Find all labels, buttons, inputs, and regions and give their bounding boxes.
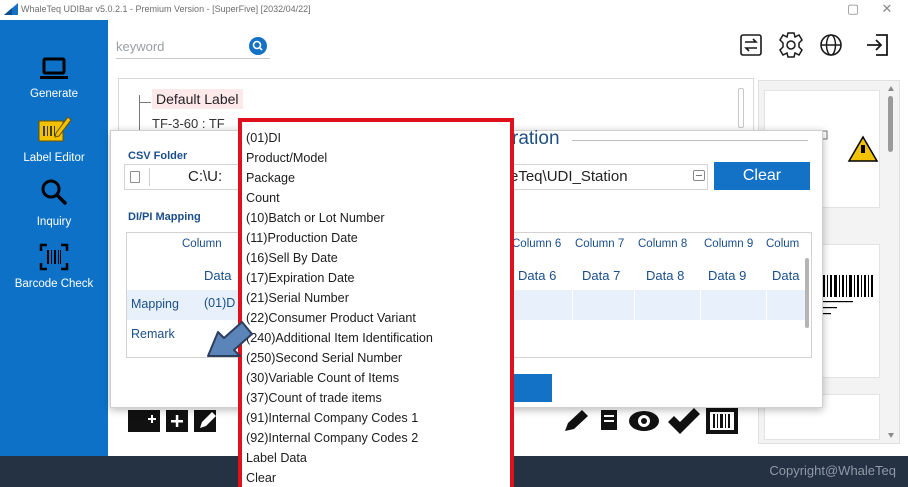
dropdown-option[interactable]: (17)Expiration Date (246, 269, 508, 289)
data-cell: Data (204, 268, 232, 283)
data-cell: Data 9 (708, 268, 747, 283)
csv-field-separator (149, 168, 150, 186)
logout-icon[interactable] (864, 30, 894, 60)
search-input[interactable] (116, 36, 236, 56)
settings-icon[interactable] (776, 30, 806, 60)
cell-divider (700, 290, 701, 320)
close-button[interactable]: ✕ (878, 1, 896, 17)
search-button[interactable] (249, 37, 267, 55)
clear-button[interactable]: Clear (714, 162, 810, 190)
title-bar: WhaleTeq UDIBar v5.0.2.1 - Premium Versi… (0, 0, 908, 20)
dropdown-option[interactable]: (92)Internal Company Codes 2 (246, 429, 508, 449)
table-scrollbar[interactable] (805, 258, 809, 328)
checkmark-icon[interactable] (666, 408, 700, 434)
cell-divider (766, 290, 767, 320)
mapping-dropdown-menu: (01)DI Product/Model Package Count (10)B… (238, 118, 514, 487)
sidebar-item-generate[interactable]: Generate (0, 52, 108, 112)
add-field-icon[interactable] (128, 410, 160, 432)
sidebar-label-inquiry: Inquiry (36, 216, 72, 228)
copyright-text: Copyright@WhaleTeq (769, 463, 896, 478)
add-icon[interactable] (166, 410, 188, 432)
edit-icon[interactable] (194, 410, 230, 432)
sidebar-item-barcode-check[interactable]: Barcode Check (0, 240, 108, 300)
csv-folder-heading: CSV Folder (128, 150, 188, 162)
data-cell: Data 7 (582, 268, 621, 283)
dropdown-option[interactable]: Package (246, 169, 508, 189)
dropdown-option[interactable]: (250)Second Serial Number (246, 349, 508, 369)
cell-divider (572, 290, 573, 320)
dropdown-option[interactable]: (30)Variable Count of Items (246, 369, 508, 389)
dropdown-option[interactable]: (22)Consumer Product Variant (246, 309, 508, 329)
minimize-button[interactable]: ▢ (844, 1, 862, 17)
folder-file-icon (130, 171, 140, 183)
pencil-icon[interactable] (562, 410, 590, 432)
tree-node-child[interactable]: TF-3-60 : TF (152, 116, 225, 131)
dropdown-option[interactable]: (11)Production Date (246, 229, 508, 249)
window-title: WhaleTeq UDIBar v5.0.2.1 - Premium Versi… (21, 4, 311, 14)
column-header: Column (182, 238, 222, 250)
barcode-icon[interactable] (706, 408, 738, 434)
mapping-select-value[interactable]: (01)D (204, 296, 235, 310)
data-cell: Data 8 (646, 268, 685, 283)
dropdown-option[interactable]: (37)Count of trade items (246, 389, 508, 409)
preview-eye-icon[interactable] (628, 410, 660, 432)
data-cell: Data (772, 268, 800, 283)
dropdown-option[interactable]: (91)Internal Company Codes 1 (246, 409, 508, 429)
language-globe-icon[interactable] (816, 30, 846, 60)
dropdown-option[interactable]: (16)Sell By Date (246, 249, 508, 269)
column-header: Column 7 (575, 238, 625, 250)
dropdown-option[interactable]: Clear (246, 469, 508, 487)
tree-node-default-label[interactable]: Default Label (152, 89, 243, 109)
column-header: Column 6 (512, 238, 562, 250)
dropdown-option[interactable]: Product/Model (246, 149, 508, 169)
tree-connector (139, 95, 140, 135)
dropdown-option[interactable]: (01)DI (246, 129, 508, 149)
dropdown-option[interactable]: (21)Serial Number (246, 289, 508, 309)
laptop-icon (32, 52, 76, 86)
preview-scrollbar-thumb[interactable] (888, 96, 893, 152)
data-cell: Data 6 (518, 268, 557, 283)
tree-scrollbar[interactable] (738, 88, 744, 128)
dialog-title-rule (572, 140, 808, 141)
search-button-icon (252, 40, 263, 51)
csv-path-end: eTeq\UDI_Station (510, 168, 628, 185)
import-export-icon[interactable] (736, 30, 766, 60)
column-header: Column 8 (638, 238, 688, 250)
dropdown-option[interactable]: (10)Batch or Lot Number (246, 209, 508, 229)
tree-connector-branch (139, 102, 151, 103)
di-pi-mapping-heading: DI/PI Mapping (128, 211, 201, 223)
column-header: Column 9 (704, 238, 754, 250)
mapping-row-label: Mapping (131, 297, 179, 311)
barcode-scan-icon (32, 240, 76, 274)
search-icon (32, 175, 76, 209)
sidebar-label-label-editor: Label Editor (23, 152, 85, 164)
dropdown-option[interactable]: Label Data (246, 449, 508, 469)
cell-divider (634, 290, 635, 320)
pointer-arrow-icon (207, 321, 253, 357)
csv-path-start: C:\U: (188, 168, 223, 185)
app-logo-icon (4, 3, 18, 15)
label-editor-icon (32, 112, 76, 146)
dropdown-options: (01)DI Product/Model Package Count (10)B… (246, 129, 508, 487)
search-box (116, 33, 270, 59)
sidebar-label-generate: Generate (30, 88, 78, 100)
document-icon[interactable] (598, 408, 620, 432)
remark-row-label: Remark (131, 327, 175, 341)
column-header: Colum (766, 238, 800, 250)
dropdown-option[interactable]: Count (246, 189, 508, 209)
sidebar-item-label-editor[interactable]: Label Editor (0, 112, 108, 172)
browse-folder-icon[interactable] (693, 170, 705, 181)
sidebar-item-inquiry[interactable]: Inquiry (0, 175, 108, 235)
sidebar-label-barcode-check: Barcode Check (14, 278, 94, 290)
dialog-title: ration (512, 128, 560, 149)
dropdown-option[interactable]: (240)Additional Item Identification (246, 329, 508, 349)
